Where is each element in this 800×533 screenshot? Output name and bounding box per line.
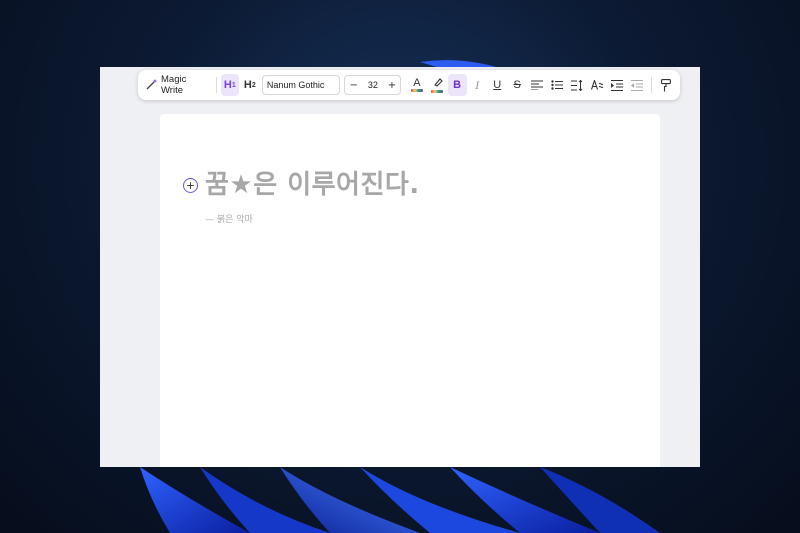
- highlight-button[interactable]: [428, 74, 447, 96]
- paint-roller-icon: [661, 78, 672, 91]
- heading-2-button[interactable]: H2: [241, 74, 259, 96]
- add-element-button[interactable]: +: [183, 178, 198, 193]
- magic-write-button[interactable]: Magic Write: [142, 74, 212, 96]
- document-page[interactable]: + 꿈★은 이루어진다. — 붉은 악마: [160, 114, 660, 467]
- magic-wand-icon: [146, 78, 158, 93]
- editor-window: Magic Write H1 H2 Nanum Gothic − 32 + A …: [100, 67, 700, 467]
- outdent-button[interactable]: [628, 74, 647, 96]
- font-family-select[interactable]: Nanum Gothic: [261, 75, 341, 95]
- quote-attribution[interactable]: — 붉은 악마: [205, 212, 253, 225]
- highlighter-icon: [432, 77, 443, 90]
- text-effects-button[interactable]: [588, 74, 607, 96]
- align-left-button[interactable]: [528, 74, 547, 96]
- text-effects-icon: [590, 80, 604, 90]
- heading-1-button[interactable]: H1: [220, 74, 239, 96]
- font-size-input[interactable]: 32: [362, 80, 383, 90]
- bullet-list-button[interactable]: [548, 74, 567, 96]
- text-color-button[interactable]: A: [407, 74, 426, 96]
- increase-size-button[interactable]: +: [383, 80, 400, 91]
- color-swatch-bar: [410, 89, 423, 92]
- indent-icon: [611, 79, 624, 91]
- toolbar-divider: [651, 77, 652, 93]
- line-spacing-button[interactable]: [568, 74, 587, 96]
- strikethrough-button[interactable]: S: [508, 74, 527, 96]
- outdent-icon: [631, 79, 644, 91]
- bullet-list-icon: [551, 80, 564, 90]
- toolbar-divider: [215, 77, 217, 93]
- heading-2-sub: 2: [251, 81, 256, 89]
- line-spacing-icon: [571, 79, 583, 91]
- heading-1-sub: 1: [231, 81, 236, 89]
- font-size-stepper: − 32 +: [344, 75, 402, 95]
- italic-button[interactable]: I: [468, 74, 487, 96]
- heading-1-label: H: [223, 79, 232, 91]
- paint-format-button[interactable]: [657, 74, 676, 96]
- format-toolbar: Magic Write H1 H2 Nanum Gothic − 32 + A …: [138, 70, 680, 100]
- magic-write-label: Magic Write: [161, 74, 187, 96]
- underline-button[interactable]: U: [488, 74, 507, 96]
- heading-2-label: H: [243, 79, 252, 91]
- align-left-icon: [531, 80, 544, 90]
- indent-button[interactable]: [608, 74, 627, 96]
- text-color-icon: A: [413, 77, 421, 89]
- highlight-swatch-bar: [431, 90, 444, 93]
- bold-button[interactable]: B: [447, 74, 467, 96]
- decrease-size-button[interactable]: −: [345, 80, 362, 91]
- page-heading[interactable]: 꿈★은 이루어진다.: [205, 164, 420, 201]
